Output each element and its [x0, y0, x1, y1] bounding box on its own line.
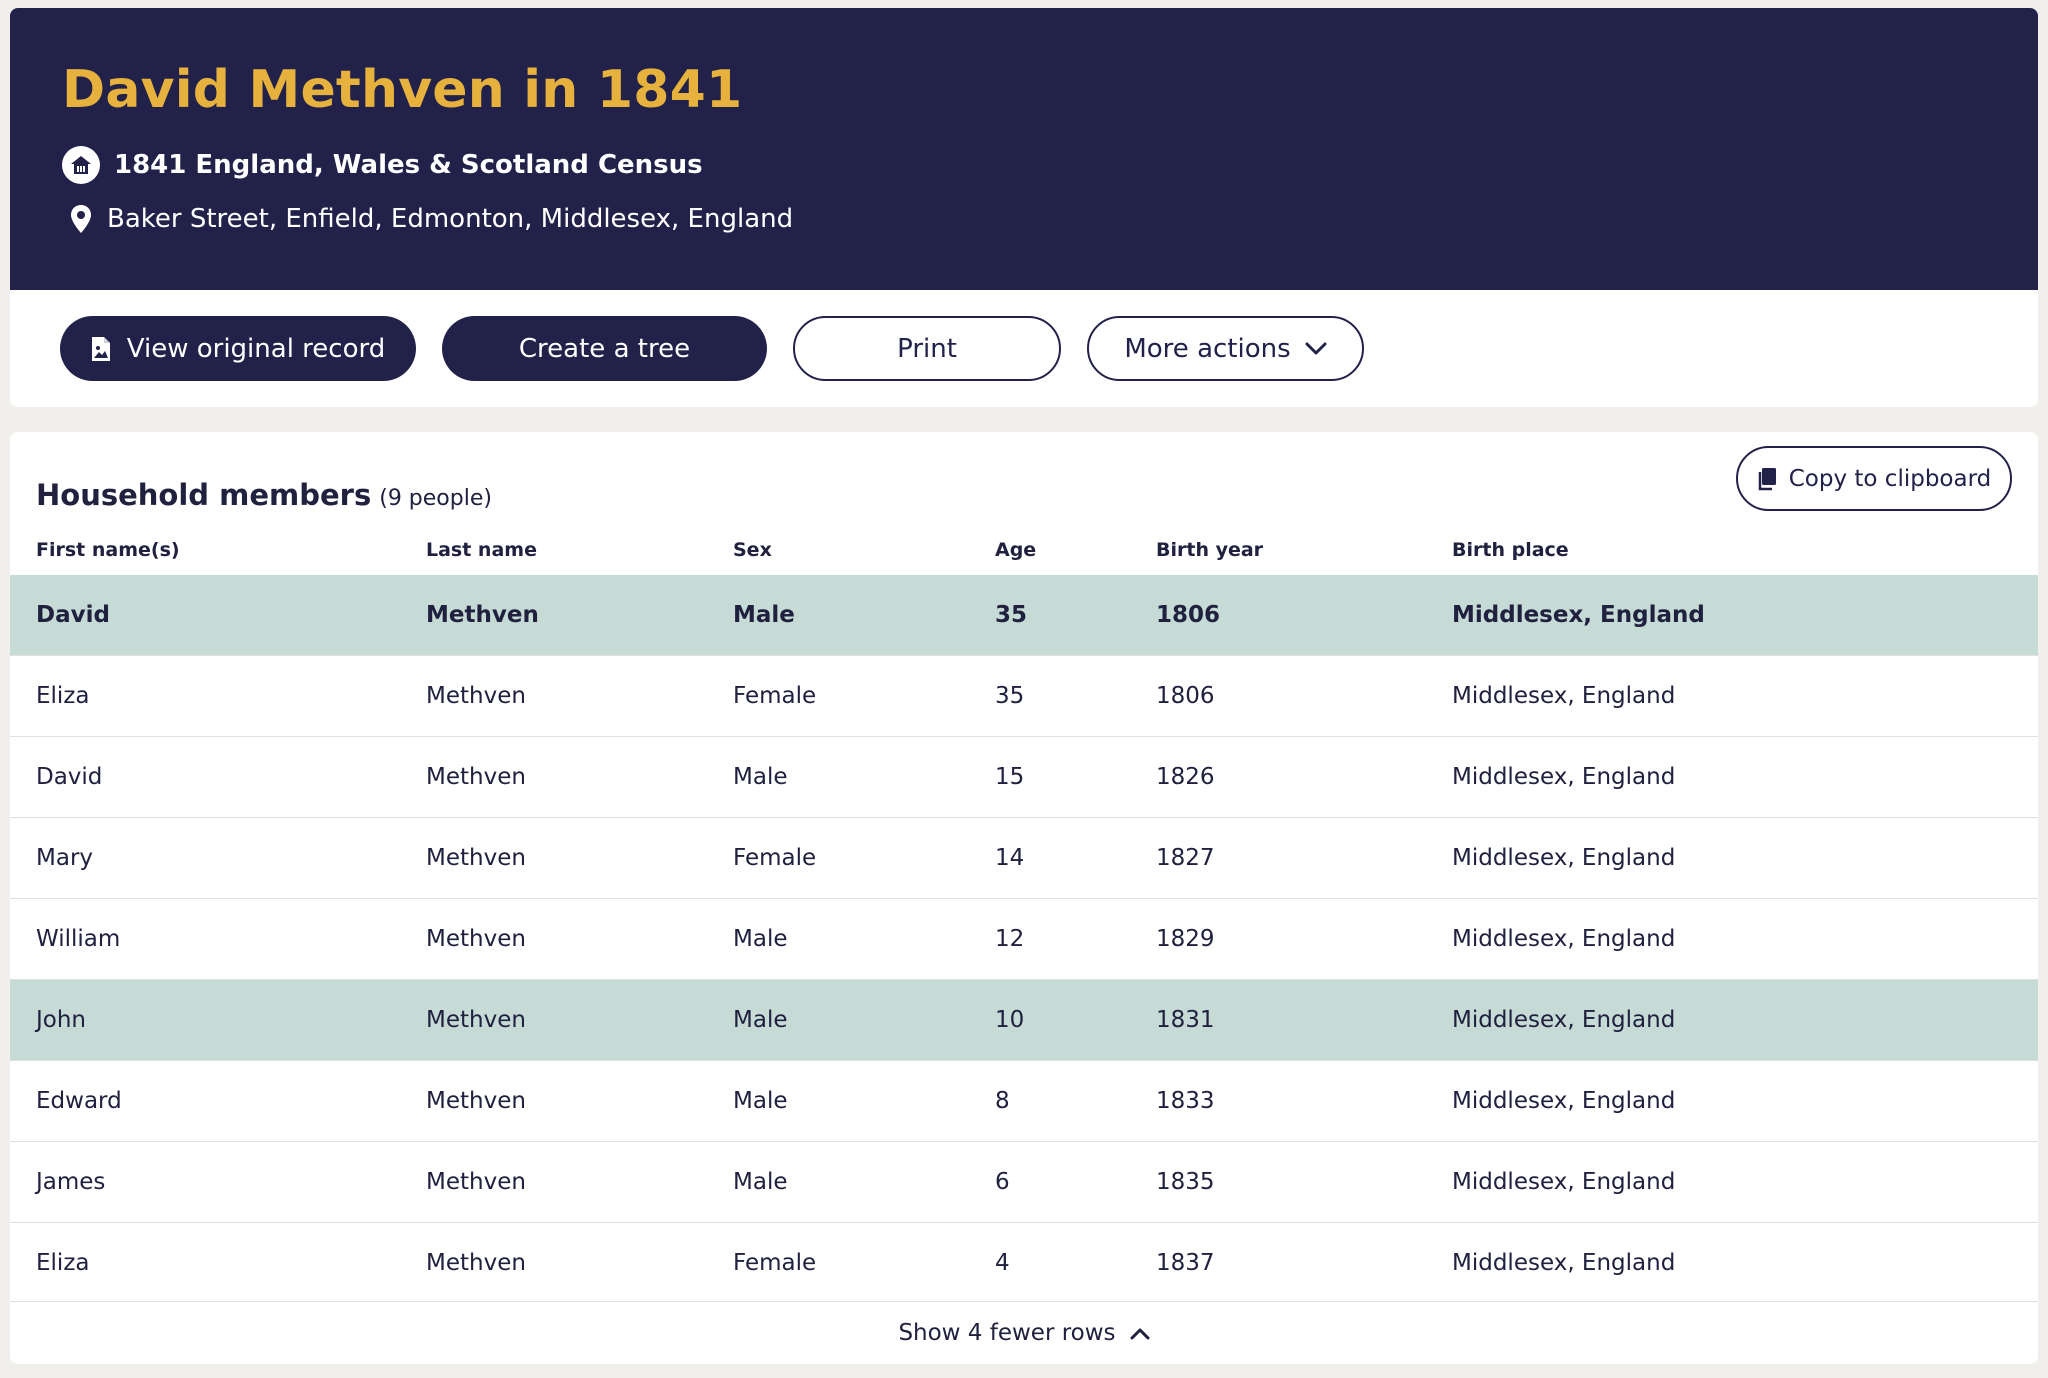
household-heading: Household members (9 people) — [36, 478, 492, 512]
cell-birth-place: Middlesex, England — [1452, 736, 2038, 818]
cell-last-name: Methven — [426, 898, 733, 980]
copy-to-clipboard-button[interactable]: Copy to clipboard — [1736, 446, 2012, 511]
view-original-record-label: View original record — [126, 333, 386, 364]
cell-birth-year: 1835 — [1156, 1141, 1452, 1223]
cell-age: 10 — [995, 979, 1156, 1061]
table-row[interactable]: Mary Methven Female 14 1827 Middlesex, E… — [10, 817, 2038, 899]
table-row[interactable]: Eliza Methven Female 4 1837 Middlesex, E… — [10, 1222, 2038, 1303]
table-row[interactable]: Eliza Methven Female 35 1806 Middlesex, … — [10, 655, 2038, 737]
cell-last-name: Methven — [426, 1060, 733, 1142]
record-hero: David Methven in 1841 1841 England, Wale… — [10, 8, 2038, 290]
cell-birth-place: Middlesex, England — [1452, 817, 2038, 899]
show-fewer-rows-label: Show 4 fewer rows — [898, 1320, 1116, 1346]
household-members-card: Household members (9 people) Copy to cli… — [10, 432, 2038, 1364]
table-row[interactable]: David Methven Male 15 1826 Middlesex, En… — [10, 736, 2038, 818]
cell-first-name: Mary — [10, 817, 426, 899]
cell-age: 6 — [995, 1141, 1156, 1223]
cell-sex: Male — [733, 575, 995, 656]
collection-line: 1841 England, Wales & Scotland Census — [62, 146, 703, 184]
cell-birth-year: 1806 — [1156, 655, 1452, 737]
show-fewer-rows-button[interactable]: Show 4 fewer rows — [10, 1301, 2038, 1364]
map-pin-icon — [67, 202, 95, 236]
collection-name: 1841 England, Wales & Scotland Census — [114, 150, 703, 180]
print-button[interactable]: Print — [793, 316, 1061, 381]
house-icon — [62, 146, 100, 184]
cell-birth-year: 1829 — [1156, 898, 1452, 980]
column-header-last-name: Last name — [426, 539, 537, 561]
cell-first-name: John — [10, 979, 426, 1061]
cell-birth-place: Middlesex, England — [1452, 898, 2038, 980]
cell-last-name: Methven — [426, 1141, 733, 1223]
cell-sex: Male — [733, 1060, 995, 1142]
column-header-birth-year: Birth year — [1156, 539, 1264, 561]
chevron-up-icon — [1130, 1327, 1150, 1340]
cell-age: 8 — [995, 1060, 1156, 1142]
column-header-sex: Sex — [733, 539, 772, 561]
cell-age: 15 — [995, 736, 1156, 818]
cell-age: 35 — [995, 575, 1156, 656]
cell-age: 14 — [995, 817, 1156, 899]
cell-birth-year: 1827 — [1156, 817, 1452, 899]
table-row[interactable]: Edward Methven Male 8 1833 Middlesex, En… — [10, 1060, 2038, 1142]
cell-birth-year: 1806 — [1156, 575, 1452, 656]
more-actions-button[interactable]: More actions — [1087, 316, 1364, 381]
location-text: Baker Street, Enfield, Edmonton, Middles… — [107, 204, 794, 234]
cell-sex: Female — [733, 655, 995, 737]
table-row[interactable]: John Methven Male 10 1831 Middlesex, Eng… — [10, 979, 2038, 1061]
cell-birth-place: Middlesex, England — [1452, 655, 2038, 737]
cell-birth-year: 1833 — [1156, 1060, 1452, 1142]
more-actions-label: More actions — [1124, 333, 1291, 364]
copy-to-clipboard-label: Copy to clipboard — [1788, 465, 1992, 492]
cell-birth-year: 1826 — [1156, 736, 1452, 818]
household-table: First name(s) Last name Sex Age Birth ye… — [10, 525, 2038, 1303]
cell-first-name: Edward — [10, 1060, 426, 1142]
record-header-card: David Methven in 1841 1841 England, Wale… — [10, 8, 2038, 407]
cell-last-name: Methven — [426, 1222, 733, 1303]
household-count: (9 people) — [379, 486, 492, 511]
cell-first-name: David — [10, 575, 426, 656]
chevron-down-icon — [1305, 342, 1327, 356]
table-header-row: First name(s) Last name Sex Age Birth ye… — [10, 525, 2038, 575]
cell-first-name: Eliza — [10, 1222, 426, 1303]
table-row[interactable]: William Methven Male 12 1829 Middlesex, … — [10, 898, 2038, 980]
cell-sex: Female — [733, 817, 995, 899]
page-title: David Methven in 1841 — [62, 60, 743, 120]
cell-sex: Male — [733, 736, 995, 818]
cell-birth-place: Middlesex, England — [1452, 1222, 2038, 1303]
cell-birth-place: Middlesex, England — [1452, 575, 2038, 656]
document-image-icon — [91, 336, 111, 362]
household-title: Household members — [36, 478, 372, 512]
record-actions: View original record Create a tree Print… — [60, 316, 1364, 381]
cell-first-name: James — [10, 1141, 426, 1223]
cell-first-name: David — [10, 736, 426, 818]
cell-birth-place: Middlesex, England — [1452, 1141, 2038, 1223]
cell-last-name: Methven — [426, 655, 733, 737]
cell-age: 4 — [995, 1222, 1156, 1303]
view-original-record-button[interactable]: View original record — [60, 316, 416, 381]
clipboard-icon — [1757, 467, 1777, 491]
cell-birth-place: Middlesex, England — [1452, 1060, 2038, 1142]
cell-birth-year: 1831 — [1156, 979, 1452, 1061]
cell-first-name: Eliza — [10, 655, 426, 737]
cell-sex: Male — [733, 1141, 995, 1223]
cell-age: 12 — [995, 898, 1156, 980]
column-header-birth-place: Birth place — [1452, 539, 1569, 561]
location-line: Baker Street, Enfield, Edmonton, Middles… — [62, 202, 793, 236]
cell-birth-place: Middlesex, England — [1452, 979, 2038, 1061]
cell-sex: Male — [733, 979, 995, 1061]
create-tree-button[interactable]: Create a tree — [442, 316, 767, 381]
cell-first-name: William — [10, 898, 426, 980]
cell-last-name: Methven — [426, 979, 733, 1061]
table-row[interactable]: David Methven Male 35 1806 Middlesex, En… — [10, 575, 2038, 656]
cell-sex: Male — [733, 898, 995, 980]
cell-last-name: Methven — [426, 817, 733, 899]
cell-last-name: Methven — [426, 575, 733, 656]
cell-age: 35 — [995, 655, 1156, 737]
column-header-first-names: First name(s) — [36, 539, 180, 561]
column-header-age: Age — [995, 539, 1037, 561]
table-row[interactable]: James Methven Male 6 1835 Middlesex, Eng… — [10, 1141, 2038, 1223]
cell-sex: Female — [733, 1222, 995, 1303]
cell-birth-year: 1837 — [1156, 1222, 1452, 1303]
cell-last-name: Methven — [426, 736, 733, 818]
